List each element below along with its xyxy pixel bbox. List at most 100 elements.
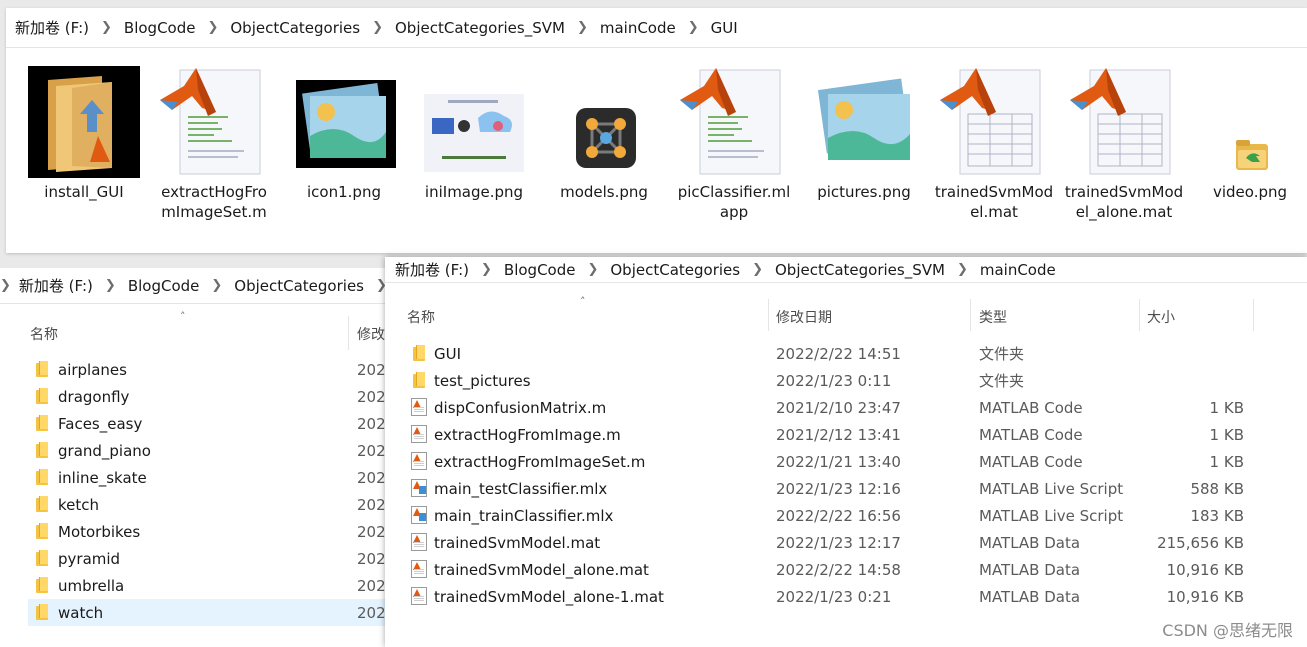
- column-divider[interactable]: [970, 299, 971, 331]
- chevron-right-icon[interactable]: ❯: [0, 278, 15, 293]
- table-row[interactable]: main_testClassifier.mlx 2022/1/23 12:16 MA…: [385, 475, 1285, 502]
- column-header-date[interactable]: 修改日期: [776, 307, 832, 327]
- file-tile[interactable]: video.png: [1190, 66, 1307, 202]
- breadcrumb-item[interactable]: mainCode: [976, 261, 1060, 279]
- file-date: 2022/2/22 16:56: [776, 506, 901, 525]
- breadcrumb-item[interactable]: ObjectCategories_SVM: [391, 19, 569, 37]
- file-name: grand_piano: [58, 441, 151, 460]
- file-name: main_testClassifier.mlx: [434, 479, 608, 498]
- file-tile[interactable]: iniImage.png: [414, 66, 534, 202]
- file-date: 2022/2/22 14:51: [776, 344, 901, 363]
- chevron-right-icon[interactable]: ❯: [569, 20, 596, 35]
- chevron-right-icon[interactable]: ❯: [680, 20, 707, 35]
- list-item[interactable]: airplanes 202: [28, 356, 390, 383]
- breadcrumb-item[interactable]: GUI: [707, 19, 742, 37]
- column-header-name[interactable]: 名称: [30, 324, 58, 344]
- folder-icon: [413, 372, 425, 388]
- breadcrumb: 新加卷 (F:) ❯ BlogCode ❯ ObjectCategories ❯ Ob…: [385, 257, 1307, 283]
- file-name: models.png: [560, 183, 648, 201]
- chevron-right-icon[interactable]: ❯: [473, 262, 500, 277]
- chevron-right-icon[interactable]: ❯: [203, 278, 230, 293]
- breadcrumb-item[interactable]: 新加卷 (F:): [11, 17, 93, 38]
- matlab-live-script-icon: [411, 506, 427, 524]
- list-item[interactable]: dragonfly 202: [28, 383, 390, 410]
- column-header-type[interactable]: 类型: [979, 307, 1007, 327]
- table-row[interactable]: test_pictures 2022/1/23 0:11 文件夹: [385, 367, 1285, 394]
- file-date: 202: [357, 603, 386, 622]
- breadcrumb-item[interactable]: BlogCode: [120, 19, 200, 37]
- chevron-right-icon[interactable]: ❯: [364, 20, 391, 35]
- file-name: umbrella: [58, 576, 125, 595]
- icon-grid: install_GUI extractHogFromImageSet.m ico…: [14, 66, 1307, 236]
- file-date: 2021/2/10 23:47: [776, 398, 901, 417]
- column-divider[interactable]: [768, 299, 769, 331]
- image-preview-icon: [414, 66, 534, 178]
- installer-icon: [24, 66, 144, 178]
- table-row[interactable]: main_trainClassifier.mlx 2022/2/22 16:56 M…: [385, 502, 1285, 529]
- file-name: main_trainClassifier.mlx: [434, 506, 614, 525]
- chevron-right-icon[interactable]: ❯: [199, 20, 226, 35]
- chevron-right-icon[interactable]: ❯: [579, 262, 606, 277]
- column-divider[interactable]: [1253, 299, 1254, 331]
- list-item[interactable]: inline_skate 202: [28, 464, 390, 491]
- list-item[interactable]: watch 202: [28, 599, 390, 626]
- list-item[interactable]: Faces_easy 202: [28, 410, 390, 437]
- file-tile[interactable]: picClassifier.mlapp: [674, 66, 794, 222]
- table-row[interactable]: extractHogFromImageSet.m 2022/1/21 13:40 M…: [385, 448, 1285, 475]
- matlab-code-icon: [411, 398, 427, 416]
- file-size: 10,916 KB: [1166, 560, 1244, 579]
- breadcrumb-item[interactable]: 新加卷 (F:): [391, 259, 473, 280]
- file-tile[interactable]: icon1.png: [284, 66, 404, 202]
- table-row[interactable]: dispConfusionMatrix.m 2021/2/10 23:47 MATL…: [385, 394, 1285, 421]
- column-header-size[interactable]: 大小: [1147, 307, 1175, 327]
- list-item[interactable]: grand_piano 202: [28, 437, 390, 464]
- image-icon: [284, 66, 404, 178]
- column-divider[interactable]: [1139, 299, 1140, 331]
- breadcrumb-item[interactable]: ObjectCategories_SVM: [771, 261, 949, 279]
- file-date: 2022/1/23 12:17: [776, 533, 901, 552]
- file-name: Motorbikes: [58, 522, 141, 541]
- column-divider[interactable]: [348, 316, 349, 350]
- folder-icon: [36, 388, 48, 404]
- list-item[interactable]: pyramid 202: [28, 545, 390, 572]
- table-row[interactable]: extractHogFromImage.m 2021/2/12 13:41 MATL…: [385, 421, 1285, 448]
- table-row[interactable]: GUI 2022/2/22 14:51 文件夹: [385, 340, 1285, 367]
- file-name: pyramid: [58, 549, 121, 568]
- file-size: 10,916 KB: [1166, 587, 1244, 606]
- file-tile[interactable]: trainedSvmModel_alone.mat: [1064, 66, 1184, 222]
- list-item[interactable]: ketch 202: [28, 491, 390, 518]
- file-date: 2022/1/23 12:16: [776, 479, 901, 498]
- folder-icon: [36, 415, 48, 431]
- breadcrumb-item[interactable]: BlogCode: [500, 261, 580, 279]
- breadcrumb-item[interactable]: 新加卷 (F:): [15, 275, 97, 296]
- chevron-right-icon[interactable]: ❯: [93, 20, 120, 35]
- file-name: Faces_easy: [58, 414, 143, 433]
- file-tile[interactable]: extractHogFromImageSet.m: [154, 66, 274, 222]
- file-tile[interactable]: install_GUI: [24, 66, 144, 202]
- file-tile[interactable]: trainedSvmModel.mat: [934, 66, 1054, 222]
- file-type: MATLAB Data: [979, 560, 1081, 579]
- column-header-date[interactable]: 修改: [357, 324, 385, 344]
- table-row[interactable]: trainedSvmModel_alone-1.mat 2022/1/23 0:2…: [385, 583, 1285, 610]
- list-item[interactable]: umbrella 202: [28, 572, 390, 599]
- file-name: icon1.png: [307, 183, 381, 201]
- breadcrumb-item[interactable]: ObjectCategories: [226, 19, 364, 37]
- chevron-right-icon[interactable]: ❯: [744, 262, 771, 277]
- list-item[interactable]: Motorbikes 202: [28, 518, 390, 545]
- breadcrumb: ❯ 新加卷 (F:) ❯ BlogCode ❯ ObjectCategories ❯ …: [0, 268, 390, 304]
- column-header-name[interactable]: 名称: [407, 307, 435, 327]
- table-row[interactable]: trainedSvmModel.mat 2022/1/23 12:17 MATLAB…: [385, 529, 1285, 556]
- breadcrumb-item[interactable]: ObjectCategories: [606, 261, 744, 279]
- file-tile[interactable]: models.png: [544, 66, 664, 202]
- chevron-right-icon[interactable]: ❯: [97, 278, 124, 293]
- file-size: 183 KB: [1190, 506, 1244, 525]
- table-row[interactable]: trainedSvmModel_alone.mat 2022/2/22 14:58…: [385, 556, 1285, 583]
- file-name: trainedSvmModel.mat: [434, 533, 601, 552]
- file-tile[interactable]: pictures.png: [804, 66, 924, 202]
- breadcrumb-item[interactable]: mainCode: [596, 19, 680, 37]
- chevron-right-icon[interactable]: ❯: [949, 262, 976, 277]
- breadcrumb-item[interactable]: ObjectCategories: [230, 277, 368, 295]
- file-type: MATLAB Code: [979, 452, 1083, 471]
- breadcrumb-item[interactable]: BlogCode: [124, 277, 204, 295]
- matlab-data-icon: [934, 66, 1054, 178]
